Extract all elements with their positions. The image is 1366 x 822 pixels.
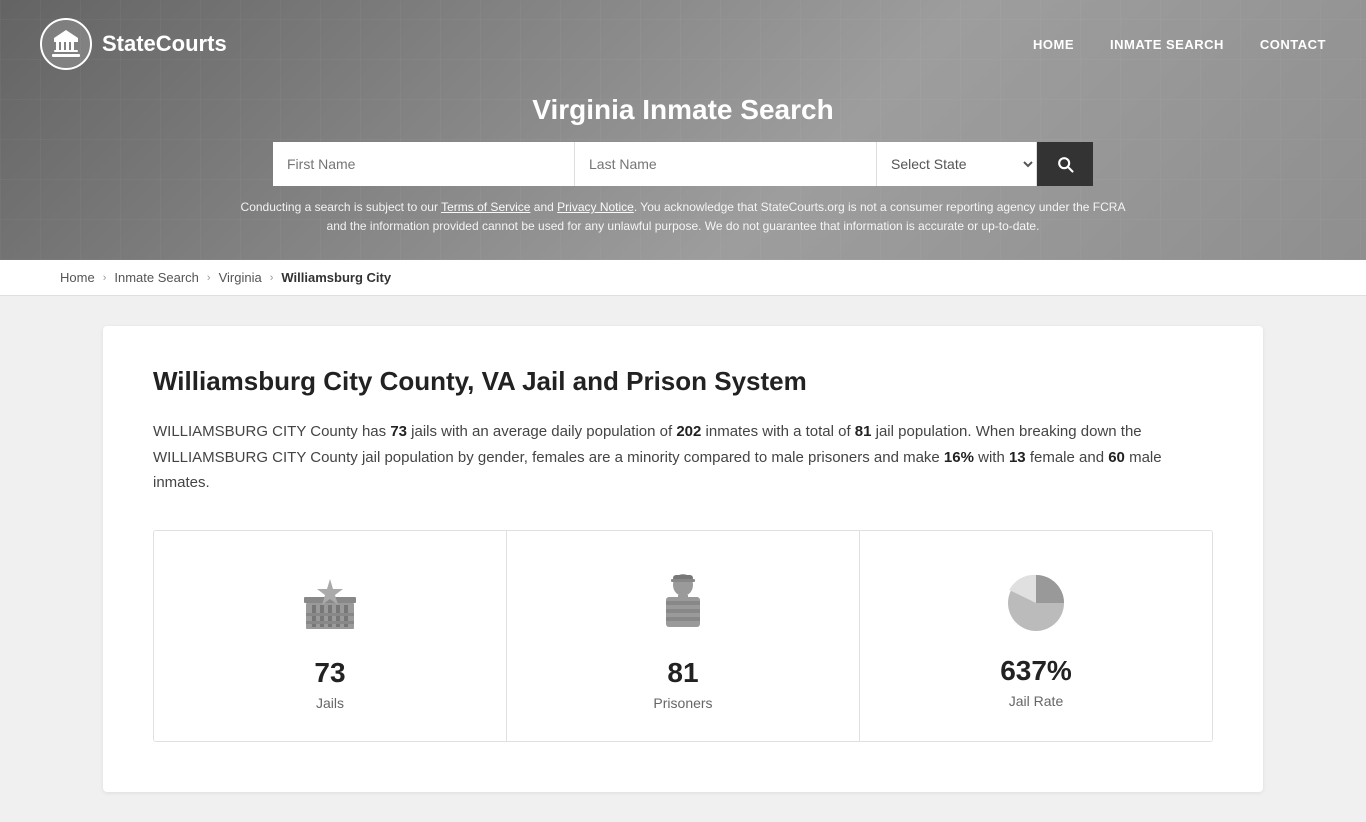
breadcrumb: Home › Inmate Search › Virginia › Willia… — [0, 260, 1366, 296]
terms-link[interactable]: Terms of Service — [441, 200, 530, 214]
site-header: StateCourts HOME INMATE SEARCH CONTACT V… — [0, 0, 1366, 260]
site-name: StateCourts — [102, 31, 227, 57]
nav-link-inmate-search[interactable]: INMATE SEARCH — [1110, 37, 1224, 52]
jails-stat-number: 73 — [314, 657, 345, 689]
pie-chart-svg — [1002, 569, 1070, 637]
page-heading: Williamsburg City County, VA Jail and Pr… — [153, 366, 1213, 397]
nav-link-home[interactable]: HOME — [1033, 37, 1074, 52]
desc-2: jails with an average daily population o… — [407, 423, 676, 440]
breadcrumb-chevron-3: › — [270, 272, 274, 284]
page-description: WILLIAMSBURG CITY County has 73 jails wi… — [153, 419, 1213, 496]
prisoner-svg — [654, 571, 712, 635]
jails-stat-label: Jails — [316, 695, 344, 711]
desc-1: WILLIAMSBURG CITY County has — [153, 423, 390, 440]
jail-icon — [294, 567, 366, 639]
site-logo[interactable]: StateCourts — [40, 18, 227, 70]
stat-card-prisoners: 81 Prisoners — [507, 531, 860, 741]
female-pct: 16% — [944, 449, 974, 466]
pie-chart-icon — [1002, 569, 1070, 637]
prisoner-icon — [647, 567, 719, 639]
prisoners-stat-label: Prisoners — [653, 695, 712, 711]
search-bar: Select State Virginia California Texas N… — [273, 142, 1093, 186]
jails-count: 73 — [390, 423, 407, 440]
search-icon — [1055, 154, 1075, 174]
breadcrumb-inmate-search[interactable]: Inmate Search — [114, 270, 199, 285]
stats-row: 73 Jails — [153, 530, 1213, 742]
breadcrumb-chevron-1: › — [103, 272, 107, 284]
first-name-input[interactable] — [273, 142, 575, 186]
logo-svg — [50, 28, 82, 60]
main-content: Williamsburg City County, VA Jail and Pr… — [103, 326, 1263, 792]
breadcrumb-chevron-2: › — [207, 272, 211, 284]
disclaimer-and: and — [530, 200, 557, 214]
search-button[interactable] — [1037, 142, 1093, 186]
stat-card-jails: 73 Jails — [154, 531, 507, 741]
jail-rate-stat-number: 637% — [1000, 655, 1072, 687]
state-select[interactable]: Select State Virginia California Texas N… — [877, 142, 1037, 186]
disclaimer-before: Conducting a search is subject to our — [241, 200, 442, 214]
desc-3: inmates with a total of — [701, 423, 854, 440]
jail-rate-stat-label: Jail Rate — [1009, 693, 1063, 709]
main-nav: StateCourts HOME INMATE SEARCH CONTACT — [40, 0, 1326, 80]
nav-item-inmate-search[interactable]: INMATE SEARCH — [1110, 36, 1224, 52]
stat-card-jail-rate: 637% Jail Rate — [860, 531, 1212, 741]
desc-6: female and — [1026, 449, 1109, 466]
logo-icon — [40, 18, 92, 70]
header-content: StateCourts HOME INMATE SEARCH CONTACT V… — [0, 0, 1366, 260]
last-name-input[interactable] — [575, 142, 877, 186]
male-count: 60 — [1108, 449, 1125, 466]
avg-daily: 202 — [676, 423, 701, 440]
female-count: 13 — [1009, 449, 1026, 466]
breadcrumb-current: Williamsburg City — [281, 270, 391, 285]
nav-item-home[interactable]: HOME — [1033, 36, 1074, 52]
nav-links-list: HOME INMATE SEARCH CONTACT — [1033, 36, 1326, 52]
desc-5: with — [974, 449, 1009, 466]
nav-item-contact[interactable]: CONTACT — [1260, 36, 1326, 52]
privacy-link[interactable]: Privacy Notice — [557, 200, 634, 214]
breadcrumb-home[interactable]: Home — [60, 270, 95, 285]
total-pop: 81 — [855, 423, 872, 440]
breadcrumb-state[interactable]: Virginia — [219, 270, 262, 285]
prisoners-stat-number: 81 — [667, 657, 698, 689]
nav-link-contact[interactable]: CONTACT — [1260, 37, 1326, 52]
jail-svg — [298, 571, 362, 635]
hero-title: Virginia Inmate Search — [532, 94, 833, 126]
disclaimer-text: Conducting a search is subject to our Te… — [233, 198, 1133, 236]
